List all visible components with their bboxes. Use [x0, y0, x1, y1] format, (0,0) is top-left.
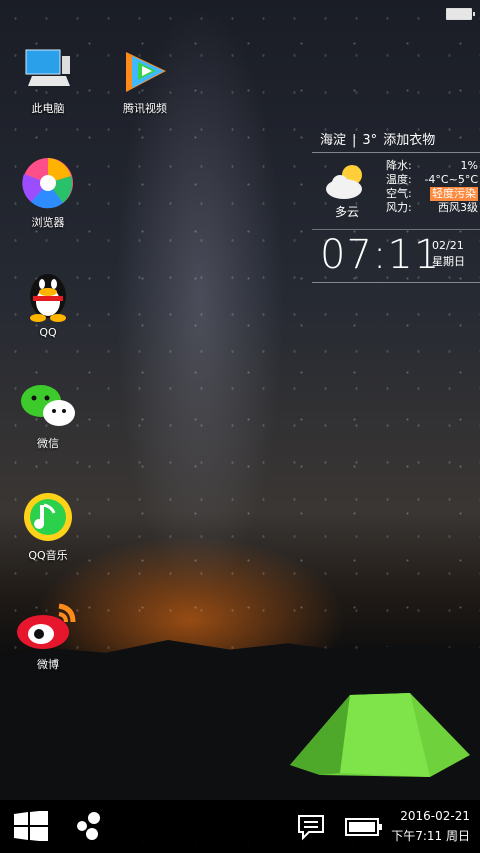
desktop-icon-label: 浏览器: [31, 216, 65, 229]
clock-date: 02/21 星期日: [432, 238, 465, 270]
windows-start-icon[interactable]: [14, 811, 48, 841]
weather-condition: 多云: [334, 205, 359, 219]
browser-icon: [22, 158, 73, 209]
taskbar-date: 2016-02-21: [400, 809, 470, 823]
weibo-icon: [17, 603, 76, 649]
partly-cloudy-icon: [326, 165, 362, 199]
weather-header: 海淀 | 3° 添加衣物: [312, 130, 480, 153]
desktop-icon-label: 微信: [37, 437, 59, 450]
weather-separator: |: [352, 133, 357, 148]
weather-key: 降水:: [386, 159, 412, 172]
clock-time: 07:11: [320, 232, 441, 278]
clock-weekday: 星期日: [432, 255, 465, 268]
weather-row-precip: 降水: 1%: [386, 159, 478, 173]
desktop-icon-wechat[interactable]: 微信: [8, 381, 88, 451]
desktop-icon-label: 此电脑: [31, 102, 65, 115]
air-quality-badge: 轻度污染: [430, 187, 478, 201]
tencent-video-icon: [126, 52, 166, 92]
weather-location: 海淀: [320, 133, 347, 148]
weather-row-wind: 风力: 西风3级: [386, 201, 478, 215]
weather-key: 温度:: [386, 173, 412, 186]
status-battery-icon: [446, 8, 475, 20]
computer-icon: [25, 49, 70, 86]
weather-value: 西风3级: [438, 201, 478, 214]
weather-value: -4°C~5°C: [424, 173, 478, 186]
weather-details: 降水: 1% 温度: -4°C~5°C 空气: 轻度污染 风力: 西风3级: [386, 159, 478, 215]
desktop-icon-browser[interactable]: 浏览器: [8, 156, 88, 230]
weather-key: 空气:: [386, 187, 412, 200]
tent-image: [290, 693, 470, 777]
clock-date-text: 02/21: [432, 239, 464, 252]
clock-widget[interactable]: 07:11 02/21 星期日: [312, 229, 480, 283]
desktop-icon-label: 腾讯视频: [123, 102, 167, 115]
qq-icon: [30, 274, 66, 322]
desktop-icon-label: 微博: [37, 658, 59, 671]
notification-icon[interactable]: [297, 814, 325, 840]
weather-widget[interactable]: 海淀 | 3° 添加衣物 多云 降水: 1% 温度: -4°C~5°C 空气: 轻度污染 风…: [312, 130, 480, 283]
weather-value: 1%: [460, 159, 478, 172]
desktop-icon-label: QQ音乐: [28, 549, 68, 562]
weather-key: 风力:: [386, 201, 412, 214]
desktop-icon-label: QQ: [39, 326, 57, 339]
taskbar: 2016-02-21 下午7:11 周日: [0, 800, 480, 853]
wechat-icon: [21, 385, 75, 426]
desktop-icon-qq-music[interactable]: QQ音乐: [8, 491, 88, 563]
weather-row-air: 空气: 轻度污染: [386, 187, 478, 201]
dots-menu-icon[interactable]: [74, 810, 106, 842]
desktop-icon-qq[interactable]: QQ: [8, 266, 88, 339]
battery-icon[interactable]: [345, 818, 383, 836]
desktop-icon-weibo[interactable]: 微博: [8, 600, 88, 672]
weather-current-temp: 3°: [362, 133, 378, 148]
weather-advice: 添加衣物: [383, 133, 436, 148]
desktop-icon-tencent-video[interactable]: 腾讯视频: [105, 46, 185, 116]
qq-music-icon: [24, 493, 72, 541]
taskbar-clock[interactable]: 2016-02-21 下午7:11 周日: [391, 806, 470, 846]
taskbar-time: 下午7:11 周日: [391, 829, 470, 843]
weather-row-temp: 温度: -4°C~5°C: [386, 173, 478, 187]
desktop-icon-computer[interactable]: 此电脑: [8, 46, 88, 116]
